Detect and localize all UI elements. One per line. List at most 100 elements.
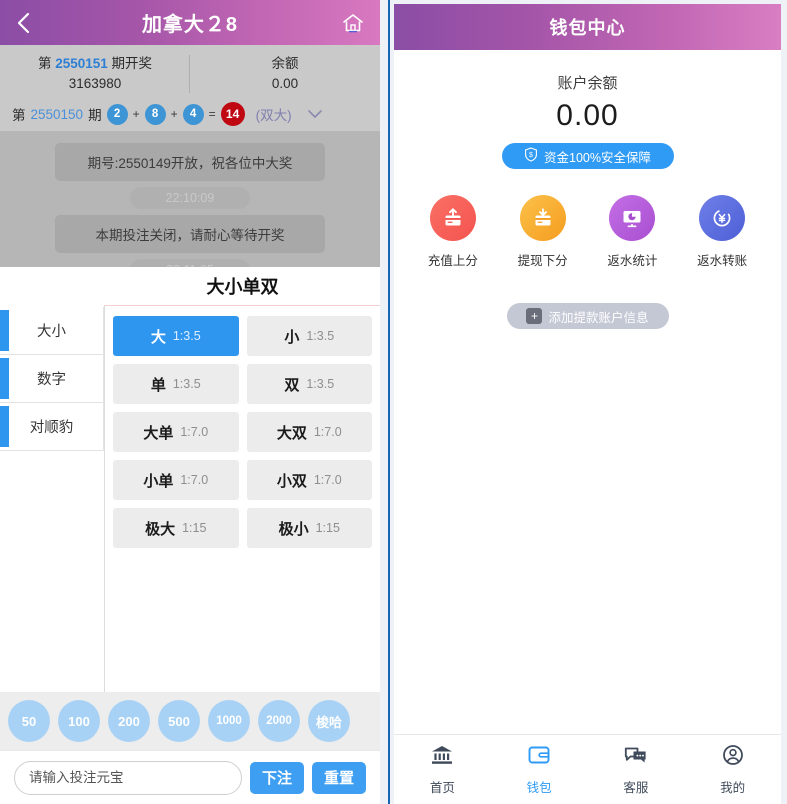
submit-bet-button[interactable]: 下注 [249, 761, 304, 794]
bet-amount-input[interactable] [14, 760, 242, 795]
plus-icon: + [526, 308, 543, 324]
panel-divider [380, 0, 390, 804]
sidebar-item-label: 对顺豹 [29, 420, 74, 436]
monitor-chart-icon [609, 195, 656, 241]
bet-input-bar: 下注 重置 [0, 750, 380, 804]
chip-amount[interactable]: 500 [158, 700, 200, 742]
nav-label: 首页 [429, 781, 455, 795]
game-title-bar: 大小单双 [0, 267, 380, 305]
chat-timestamp: 22:10:09 [130, 187, 250, 209]
bet-option[interactable]: 大单 1:7.0 [113, 412, 239, 452]
chevron-down-icon[interactable] [307, 107, 323, 122]
chip-amount[interactable]: 2000 [258, 700, 300, 742]
action-label: 充值上分 [427, 254, 478, 268]
bet-option-odds: 1:15 [315, 521, 340, 535]
chip-amount[interactable]: 50 [8, 700, 50, 742]
wallet-icon [526, 743, 552, 772]
chip-all-in[interactable]: 梭哈 [308, 700, 350, 742]
nav-item-home[interactable]: 首页 [394, 743, 491, 796]
action-rebate-stats[interactable]: 返水统计 [588, 195, 678, 269]
current-draw-line: 第 2550151 期开奖 [0, 54, 190, 74]
chevron-left-icon[interactable] [14, 11, 34, 35]
plus-sign: + [132, 107, 140, 121]
action-withdraw[interactable]: 提现下分 [498, 195, 588, 269]
bet-option-name: 小单 [143, 472, 174, 490]
bet-category-sidebar: 大小 数字 对顺豹 [0, 305, 105, 692]
nav-label: 钱包 [526, 781, 552, 795]
balance-block: 余额 0.00 [190, 51, 380, 97]
bet-option[interactable]: 大 1:3.5 [113, 316, 239, 356]
last-result-row: 第 2550150 期 2 + 8 + 4 = 14 (双大) [0, 97, 380, 131]
bet-option-odds: 1:7.0 [313, 425, 342, 439]
chip-amount[interactable]: 200 [108, 700, 150, 742]
chat-feed[interactable]: 期号:2550149开放，祝各位中大奖 22:10:09 本期投注关闭，请耐心等… [0, 131, 380, 267]
active-bar [0, 310, 9, 351]
bet-option[interactable]: 小双 1:7.0 [246, 460, 372, 500]
sidebar-item-duishunbao[interactable]: 对顺豹 [0, 403, 104, 451]
nav-item-support[interactable]: 客服 [588, 743, 685, 796]
shield-dollar-icon: $ [524, 147, 538, 165]
bet-option-name: 极大 [145, 520, 176, 538]
bet-option-odds: 1:15 [182, 521, 207, 535]
bet-option-odds: 1:7.0 [180, 425, 209, 439]
account-balance-value: 0.00 [556, 99, 619, 132]
bottom-navigation: 首页 钱包 客服 我的 [394, 734, 781, 804]
result-sum-ball: 14 [220, 102, 245, 126]
bet-option-name: 大 [150, 328, 166, 346]
bet-option[interactable]: 双 1:3.5 [246, 364, 372, 404]
bet-option[interactable]: 小 1:3.5 [246, 316, 372, 356]
add-withdraw-account-button[interactable]: + 添加提款账户信息 [506, 303, 669, 329]
bet-option-odds: 1:3.5 [172, 377, 201, 391]
balance-label: 余额 [271, 56, 299, 71]
wallet-title: 钱包中心 [549, 18, 626, 38]
sidebar-item-shuzi[interactable]: 数字 [0, 355, 104, 403]
action-rebate-transfer[interactable]: 返水转账 [677, 195, 767, 269]
card-down-icon [519, 195, 566, 241]
bet-option[interactable]: 大双 1:7.0 [246, 412, 372, 452]
sidebar-item-label: 数字 [37, 372, 66, 388]
nav-item-profile[interactable]: 我的 [684, 743, 781, 796]
card-up-icon [429, 195, 476, 241]
bet-option[interactable]: 极大 1:15 [113, 508, 239, 548]
page-title: 加拿大２8 [141, 14, 239, 36]
bet-option-odds: 1:3.5 [306, 377, 335, 391]
chat-icon [623, 743, 649, 772]
bet-option[interactable]: 单 1:3.5 [113, 364, 239, 404]
bet-option-name: 小 [284, 328, 300, 346]
security-badge[interactable]: $ 资金100%安全保障 [501, 143, 674, 169]
result-ball: 2 [106, 103, 128, 125]
home-icon[interactable] [340, 10, 366, 36]
nav-label: 客服 [623, 781, 649, 795]
sidebar-item-label: 大小 [37, 324, 66, 340]
reset-bet-button[interactable]: 重置 [311, 761, 366, 794]
nav-item-wallet[interactable]: 钱包 [491, 743, 588, 796]
chat-message: 期号:2550149开放，祝各位中大奖 [55, 143, 325, 181]
action-label: 提现下分 [517, 254, 568, 268]
bet-body: 大小 数字 对顺豹 大 1:3.5 小 1:3.5 单 1:3.5 双 1:3.… [0, 305, 380, 692]
bet-options-area: 大 1:3.5 小 1:3.5 单 1:3.5 双 1:3.5 大单 1:7.0… [105, 305, 380, 692]
game-title: 大小单双 [206, 277, 279, 297]
draw-info-row: 第 2550151 期开奖 3163980 余额 0.00 [0, 51, 380, 97]
account-balance-label: 账户余额 [557, 75, 618, 92]
bet-option-name: 双 [284, 376, 300, 394]
draw-suffix: 期开奖 [111, 56, 153, 71]
sidebar-item-daxiao[interactable]: 大小 [0, 307, 104, 355]
result-ball: 8 [144, 103, 166, 125]
last-suffix: 期 [88, 108, 102, 123]
action-recharge[interactable]: 充值上分 [408, 195, 498, 269]
draw-countdown: 3163980 [68, 76, 122, 91]
bet-option[interactable]: 极小 1:15 [246, 508, 372, 548]
current-draw-block: 第 2550151 期开奖 3163980 [0, 51, 190, 97]
chip-amount[interactable]: 1000 [208, 700, 250, 742]
balance-value: 0.00 [271, 76, 299, 91]
active-bar [0, 406, 9, 447]
wallet-actions: 充值上分 提现下分 返水统计 返水转账 [394, 195, 781, 269]
wallet-screen: 钱包中心 账户余额 0.00 $ 资金100%安全保障 充值上分 提现下分 返水… [394, 4, 781, 804]
bet-option[interactable]: 小单 1:7.0 [113, 460, 239, 500]
security-badge-text: 资金100%安全保障 [544, 150, 651, 165]
chip-amount[interactable]: 100 [58, 700, 100, 742]
bet-option-name: 极小 [278, 520, 309, 538]
lottery-header: 加拿大２8 [0, 0, 380, 45]
user-icon [720, 743, 746, 772]
chat-message: 本期投注关闭，请耐心等待开奖 [55, 215, 325, 253]
